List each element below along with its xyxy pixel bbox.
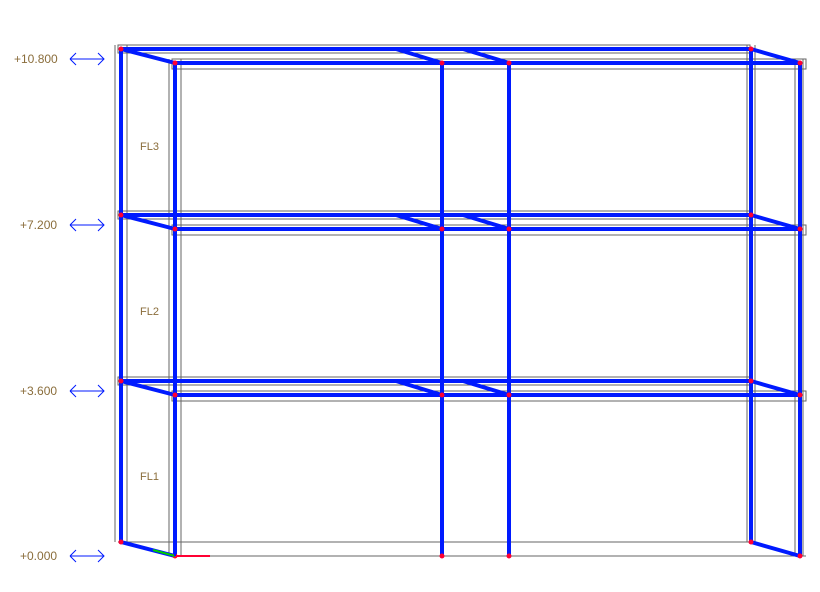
level-label-0-000: +0.000 bbox=[20, 549, 57, 563]
story-label-fl3: FL3 bbox=[140, 141, 159, 153]
level-marker-10-800: +10.800 bbox=[14, 52, 104, 66]
level-arrow-10-800 bbox=[70, 53, 104, 65]
level-marker-0-000: +0.000 bbox=[20, 549, 104, 563]
level-marker-3-600: +3.600 bbox=[20, 384, 104, 398]
structural-frame-diagram: +10.800 +7.200 +3.600 +0.000 FL3 FL2 FL1 bbox=[0, 0, 820, 592]
level-label-10-800: +10.800 bbox=[14, 52, 58, 66]
level-marker-7-200: +7.200 bbox=[20, 218, 104, 232]
level-arrow-0-000 bbox=[70, 550, 104, 562]
structural-members bbox=[121, 49, 800, 556]
level-arrow-3-600 bbox=[70, 385, 104, 397]
member-outlines bbox=[115, 45, 806, 556]
nodes bbox=[119, 47, 803, 559]
story-label-fl2: FL2 bbox=[140, 306, 159, 318]
level-label-7-200: +7.200 bbox=[20, 218, 57, 232]
level-label-3-600: +3.600 bbox=[20, 384, 57, 398]
story-label-fl1: FL1 bbox=[140, 471, 159, 483]
level-arrow-7-200 bbox=[70, 219, 104, 231]
